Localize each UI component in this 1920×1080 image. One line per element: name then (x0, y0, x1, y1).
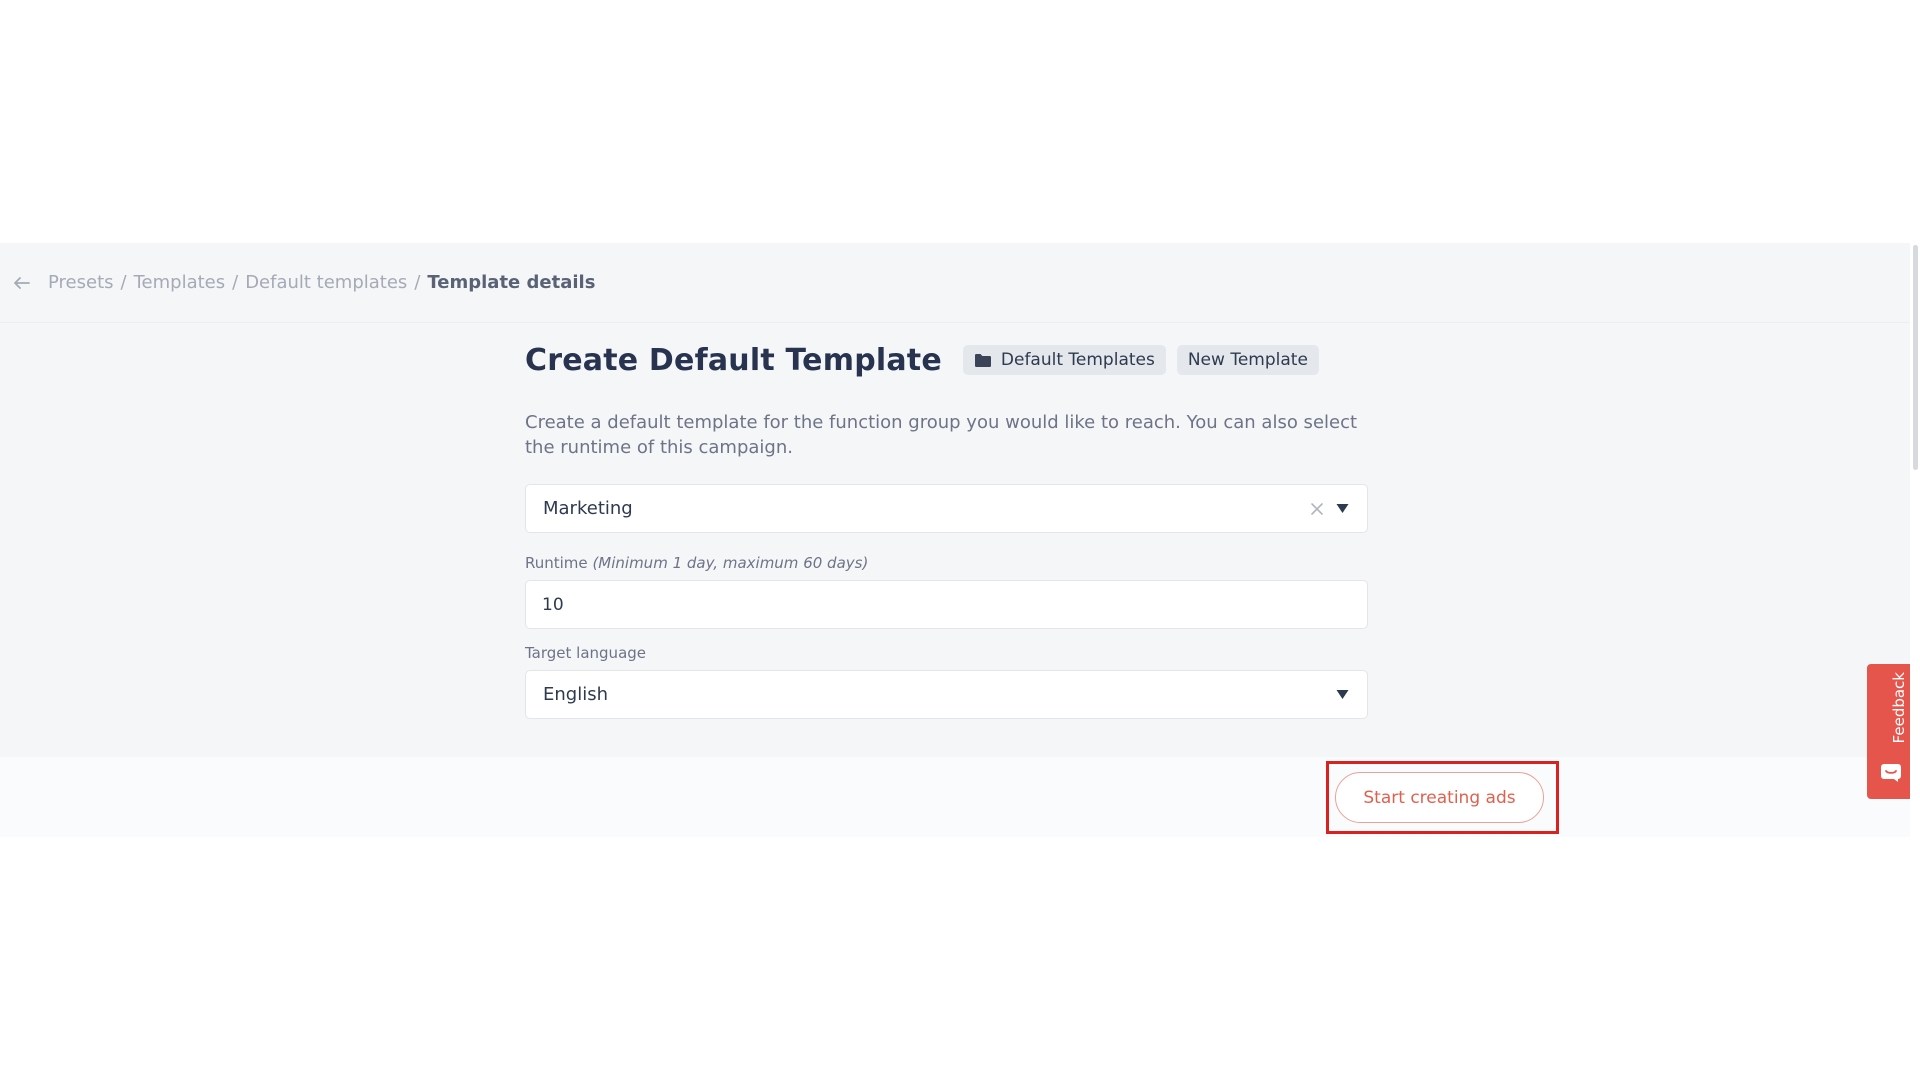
page: Presets / Templates / Default templates … (0, 0, 1920, 1080)
caret-down-icon[interactable] (1336, 503, 1349, 514)
page-description: Create a default template for the functi… (525, 412, 1358, 458)
title-row: Create Default Template Default Template… (525, 338, 1368, 382)
caret-down-icon[interactable] (1336, 689, 1349, 700)
target-language-label: Target language (525, 644, 647, 662)
new-template-chip: New Template (1176, 345, 1319, 375)
back-arrow-icon[interactable] (12, 272, 34, 294)
runtime-input[interactable] (525, 580, 1368, 629)
feedback-label: Feedback (1890, 672, 1908, 744)
target-language-value: English (543, 684, 608, 705)
start-creating-ads-button[interactable]: Start creating ads (1335, 772, 1544, 823)
breadcrumb-separator: / (120, 272, 127, 293)
folder-icon (974, 353, 992, 368)
chip-label: New Template (1187, 350, 1308, 370)
chip-label: Default Templates (1000, 350, 1155, 370)
breadcrumb: Presets / Templates / Default templates … (0, 243, 1910, 323)
breadcrumb-item-default-templates[interactable]: Default templates (245, 272, 407, 293)
breadcrumb-item-templates[interactable]: Templates (134, 272, 226, 293)
target-language-select[interactable]: English (525, 670, 1368, 719)
breadcrumb-separator: / (414, 272, 421, 293)
runtime-label: Runtime (Minimum 1 day, maximum 60 days) (525, 554, 1368, 574)
feedback-tab[interactable]: Feedback (1867, 664, 1914, 799)
scrollbar-thumb[interactable] (1913, 245, 1918, 470)
breadcrumb-item-presets[interactable]: Presets (48, 272, 114, 293)
footer-action-bar (0, 757, 1910, 837)
default-templates-chip: Default Templates (962, 345, 1166, 375)
chat-icon (1880, 762, 1902, 782)
clear-icon[interactable] (1309, 501, 1325, 517)
breadcrumb-separator: / (232, 272, 239, 293)
runtime-hint: (Minimum 1 day, maximum 60 days) (592, 554, 869, 572)
breadcrumb-current: Template details (427, 272, 596, 293)
runtime-label-text: Runtime (525, 554, 588, 572)
function-group-select[interactable]: Marketing (525, 484, 1368, 533)
page-title: Create Default Template (525, 342, 942, 378)
template-form: Create Default Template Default Template… (525, 338, 1368, 719)
function-group-value: Marketing (543, 498, 633, 519)
